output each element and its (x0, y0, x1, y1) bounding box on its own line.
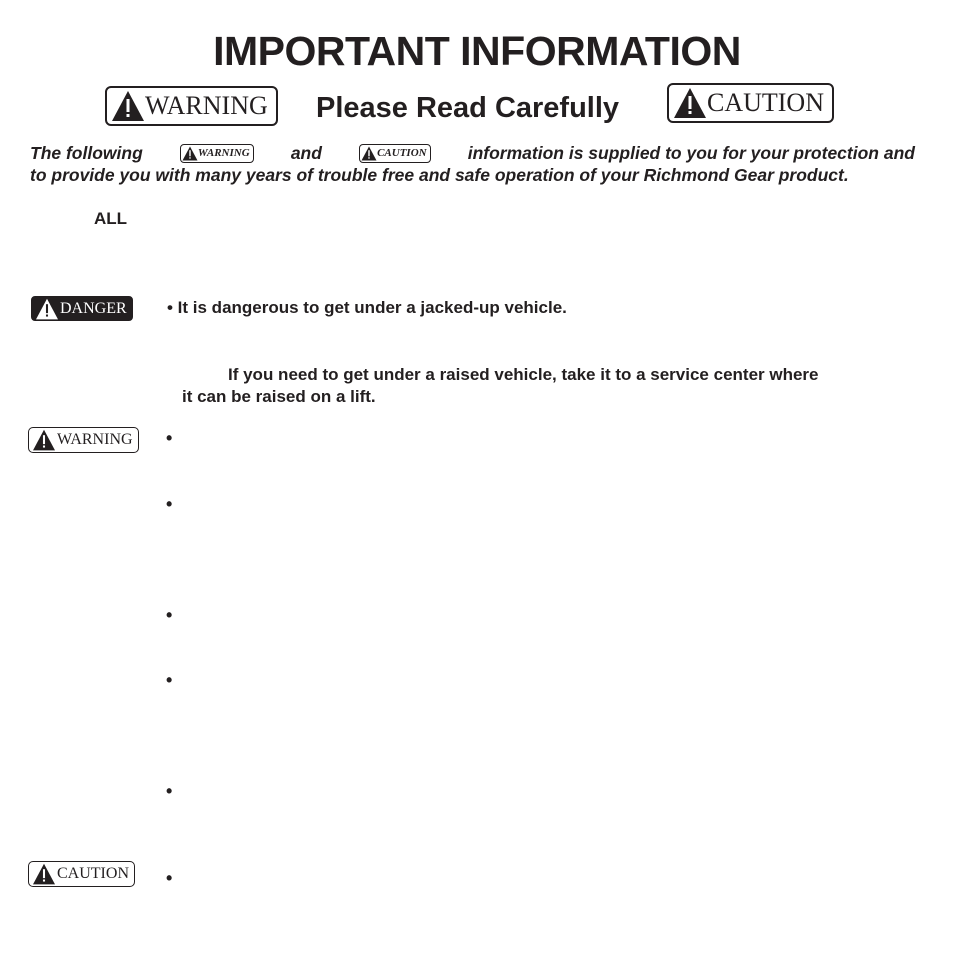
warning-triangle-icon (36, 298, 58, 319)
warning-triangle-icon (182, 145, 198, 161)
caution-badge: CAUTION (28, 861, 135, 887)
inline-caution-label: CAUTION (377, 147, 427, 159)
intro-text-2: and (290, 143, 322, 163)
warning-triangle-icon (33, 429, 55, 451)
intro-text-line2: to provide you with many years of troubl… (30, 165, 849, 185)
danger-label: DANGER (60, 299, 127, 317)
page-subtitle: Please Read Carefully (316, 92, 620, 124)
danger-badge: DANGER (31, 296, 133, 321)
all-label: ALL (94, 209, 128, 228)
warning-triangle-icon (112, 91, 144, 121)
warning-bullet-2: • (166, 494, 173, 514)
warning-label: WARNING (145, 91, 268, 120)
intro-paragraph: The following WARNING and CAUTION inform… (30, 142, 915, 186)
intro-text-1: The following (30, 143, 143, 163)
warning-triangle-icon (361, 145, 377, 161)
intro-text-3: information is supplied to you for your … (467, 143, 915, 163)
warning-bullet-4: • (166, 670, 173, 690)
warning-bullet-3: • (166, 605, 173, 625)
warning-bullet-5: • (166, 781, 173, 801)
warning-badge-header: WARNING (105, 86, 278, 126)
inline-warning-badge: WARNING (179, 143, 254, 163)
inline-warning-label: WARNING (197, 147, 250, 159)
page-title: IMPORTANT INFORMATION (213, 28, 741, 74)
inline-caution-badge: CAUTION (359, 143, 431, 163)
caution-section-label: CAUTION (57, 865, 129, 882)
danger-bullet-text: • It is dangerous to get under a jacked-… (167, 298, 567, 317)
caution-badge-header: CAUTION (667, 83, 834, 123)
danger-line-3: it can be raised on a lift. (182, 387, 376, 406)
warning-section-label: WARNING (57, 431, 133, 448)
warning-triangle-icon (674, 88, 706, 118)
danger-line-2: If you need to get under a raised vehicl… (228, 365, 819, 384)
caution-label: CAUTION (707, 88, 824, 117)
caution-bullet-1: • (166, 868, 173, 888)
warning-triangle-icon (33, 863, 55, 885)
warning-badge: WARNING (28, 427, 139, 453)
warning-bullet-1: • (166, 428, 173, 448)
